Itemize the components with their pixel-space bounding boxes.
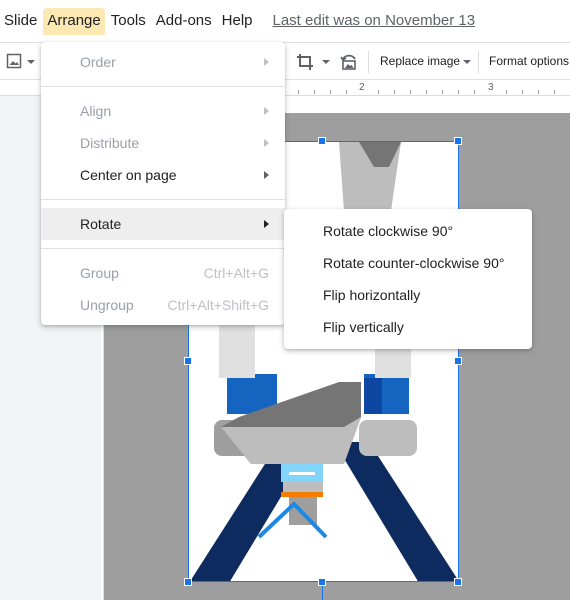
menu-arrange[interactable]: Arrange (43, 8, 105, 35)
menu-item-rotate-clockwise[interactable]: Rotate clockwise 90° (284, 215, 532, 247)
menu-item-flip-horizontally[interactable]: Flip horizontally (284, 279, 532, 311)
menu-bar: Slide Arrange Tools Add-ons Help Last ed… (0, 8, 570, 42)
menu-item-label: Distribute (80, 135, 140, 151)
replace-image-caret-icon (463, 59, 472, 64)
resize-handle-right[interactable] (454, 357, 462, 365)
last-edit-link[interactable]: Last edit was on November 13 (273, 8, 476, 29)
menu-item-label: Order (80, 54, 116, 70)
resize-handle-bottom-left[interactable] (184, 578, 192, 586)
replace-image-button[interactable]: Replace image (380, 54, 472, 68)
toolbar-divider (368, 51, 369, 73)
menu-help[interactable]: Help (218, 8, 257, 35)
crop-icon[interactable] (296, 53, 314, 71)
rotate-submenu: Rotate clockwise 90° Rotate counter-cloc… (284, 209, 532, 349)
menu-item-order[interactable]: Order (41, 46, 285, 78)
menu-item-rotate-counter-clockwise[interactable]: Rotate counter-clockwise 90° (284, 247, 532, 279)
menu-item-label: Ungroup (80, 297, 134, 313)
submenu-arrow-icon (264, 139, 269, 147)
submenu-arrow-icon (264, 171, 269, 179)
resize-handle-bottom-right[interactable] (454, 578, 462, 586)
toolbar-divider (478, 51, 479, 73)
menu-slide[interactable]: Slide (0, 8, 41, 35)
menu-item-flip-vertically[interactable]: Flip vertically (284, 311, 532, 343)
menu-separator (41, 199, 285, 200)
ruler-number: 3 (488, 82, 494, 93)
rotate-handle-line (322, 586, 323, 600)
ruler-number: 2 (359, 82, 365, 93)
submenu-arrow-icon (264, 58, 269, 66)
resize-handle-left[interactable] (184, 357, 192, 365)
menu-separator (41, 248, 285, 249)
menu-item-rotate[interactable]: Rotate (41, 208, 285, 240)
menu-item-ungroup[interactable]: Ungroup Ctrl+Alt+Shift+G (41, 289, 285, 321)
menu-add-ons[interactable]: Add-ons (152, 8, 216, 35)
arrange-menu: Order Align Distribute Center on page Ro… (41, 42, 285, 325)
menu-item-label: Group (80, 265, 119, 281)
crop-caret-icon[interactable] (322, 60, 330, 64)
resize-handle-bottom[interactable] (318, 578, 326, 586)
format-options-button[interactable]: Format options (489, 54, 569, 68)
submenu-arrow-icon (264, 107, 269, 115)
menu-item-center-on-page[interactable]: Center on page (41, 159, 285, 191)
insert-image-icon[interactable] (6, 53, 22, 69)
menu-item-label: Center on page (80, 167, 177, 183)
reset-image-icon[interactable] (340, 53, 358, 71)
menu-separator (41, 86, 285, 87)
shortcut-label: Ctrl+Alt+G (203, 265, 269, 281)
shortcut-label: Ctrl+Alt+Shift+G (167, 297, 269, 313)
resize-handle-top[interactable] (318, 137, 326, 145)
menu-item-align[interactable]: Align (41, 95, 285, 127)
menu-item-group[interactable]: Group Ctrl+Alt+G (41, 257, 285, 289)
insert-image-caret-icon[interactable] (27, 60, 35, 64)
menu-tools[interactable]: Tools (107, 8, 150, 35)
menu-item-distribute[interactable]: Distribute (41, 127, 285, 159)
resize-handle-top-right[interactable] (454, 137, 462, 145)
menu-item-label: Rotate (80, 216, 122, 232)
submenu-arrow-icon (264, 220, 269, 228)
menu-item-label: Align (80, 103, 112, 119)
